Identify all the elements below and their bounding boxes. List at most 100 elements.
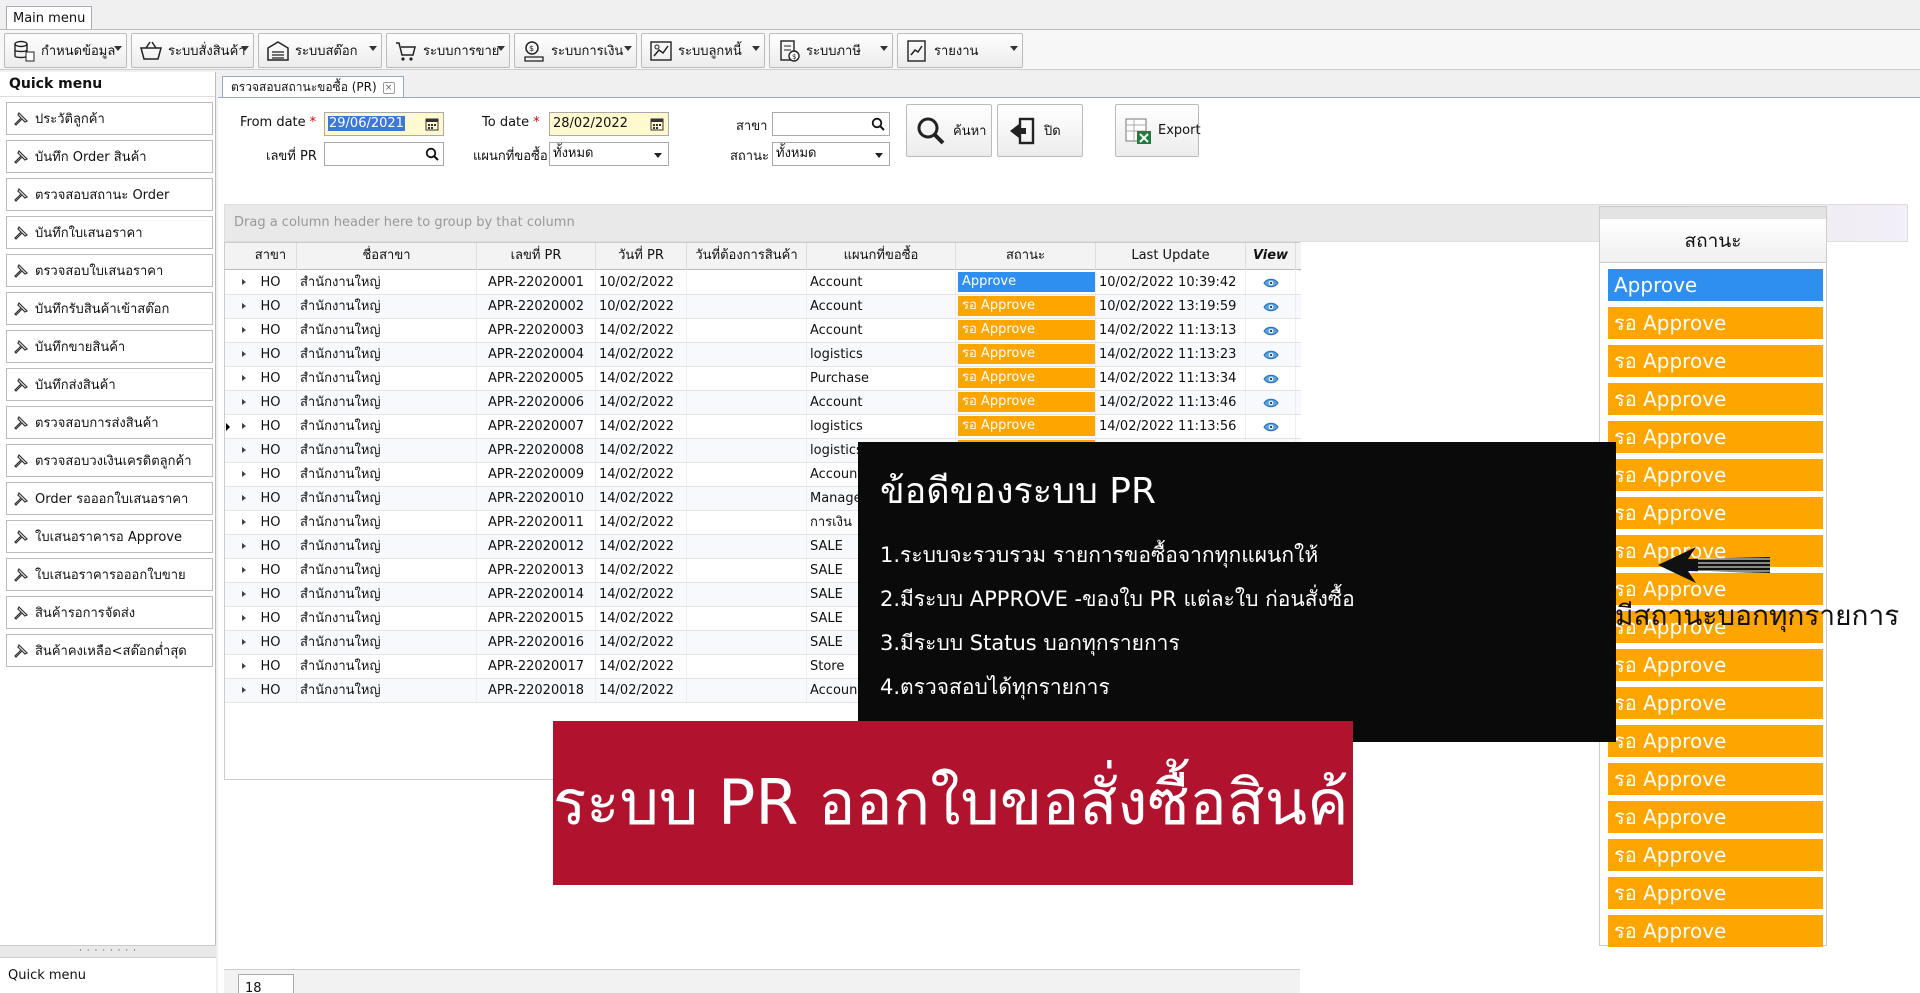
pr-no-input[interactable]	[324, 142, 444, 166]
column-header[interactable]: วันที่ PR	[596, 243, 687, 270]
quick-menu-footer[interactable]: Quick menu	[0, 957, 216, 993]
expand-row-icon[interactable]	[225, 271, 246, 294]
table-row[interactable]: HO สำนักงานใหญ่ APR-22020005 14/02/2022 Purc…	[225, 367, 1301, 391]
doc-tab-pr-status[interactable]: ตรวจสอบสถานะขอซื้อ (PR) ×	[222, 76, 404, 98]
eye-icon[interactable]	[1262, 301, 1279, 313]
quick-menu-item[interactable]: บันทึกส่งสินค้า	[6, 368, 213, 401]
menu-button-5[interactable]: $ ระบบการเงิน	[514, 33, 637, 68]
quick-menu-item[interactable]: ใบเสนอราคารอ Approve	[6, 520, 213, 553]
expand-row-icon[interactable]	[225, 535, 246, 558]
eye-icon[interactable]	[1262, 325, 1279, 337]
cell-branch-name: สำนักงานใหญ่	[297, 607, 477, 630]
from-date-input[interactable]: 29/06/2021	[324, 112, 444, 136]
expand-row-icon[interactable]	[225, 343, 246, 366]
menu-button-8[interactable]: รายงาน	[897, 33, 1023, 68]
quick-menu-item[interactable]: ตรวจสอบวงเงินเครดิตลูกค้า	[6, 444, 213, 477]
quick-menu-item[interactable]: ตรวจสอบการส่งสินค้า	[6, 406, 213, 439]
expand-row-icon[interactable]	[225, 655, 246, 678]
menu-button-2[interactable]: ระบบสั่งสินค้า	[131, 33, 254, 68]
expand-row-icon[interactable]	[225, 607, 246, 630]
cell-pr-date: 14/02/2022	[596, 655, 687, 678]
table-row[interactable]: HO สำนักงานใหญ่ APR-22020003 14/02/2022 Acco…	[225, 319, 1301, 343]
menu-button-1[interactable]: กำหนดข้อมูล	[4, 33, 127, 68]
menu-button-6[interactable]: ระบบลูกหนี้	[641, 33, 765, 68]
expand-row-icon[interactable]	[225, 511, 246, 534]
expand-row-icon[interactable]	[225, 463, 246, 486]
chevron-down-icon[interactable]	[880, 46, 888, 51]
quick-menu-item[interactable]: บันทึกรับสินค้าเข้าสต๊อก	[6, 292, 213, 325]
quick-menu-splitter[interactable]: · · · · · · · ·	[0, 945, 216, 957]
expand-row-icon[interactable]	[225, 415, 246, 438]
table-row[interactable]: HO สำนักงานใหญ่ APR-22020004 14/02/2022 logi…	[225, 343, 1301, 367]
cell-last-update: 14/02/2022 11:13:23	[1096, 343, 1246, 366]
search-icon[interactable]	[425, 147, 439, 161]
cell-branch-name: สำนักงานใหญ่	[297, 487, 477, 510]
cell-branch: HO	[245, 271, 297, 294]
table-row[interactable]: HO สำนักงานใหญ่ APR-22020002 10/02/2022 Acco…	[225, 295, 1301, 319]
quick-menu-item[interactable]: ประวัติลูกค้า	[6, 102, 213, 135]
eye-icon[interactable]	[1262, 277, 1279, 289]
column-header[interactable]: Last Update	[1096, 243, 1246, 270]
calendar-icon[interactable]	[650, 117, 664, 131]
expand-row-icon[interactable]	[225, 391, 246, 414]
column-header[interactable]: View	[1246, 243, 1296, 270]
chevron-down-icon[interactable]	[369, 46, 377, 51]
quick-menu-item[interactable]: สินค้าคงเหลือ<สต๊อกต่ำสุด	[6, 634, 213, 667]
quick-menu-item[interactable]: บันทึก Order สินค้า	[6, 140, 213, 173]
eye-icon[interactable]	[1262, 349, 1279, 361]
cell-dept: Account	[807, 271, 956, 294]
expand-row-icon[interactable]	[225, 439, 246, 462]
table-row[interactable]: HO สำนักงานใหญ่ APR-22020006 14/02/2022 Acco…	[225, 391, 1301, 415]
chevron-down-icon[interactable]	[497, 46, 505, 51]
column-header[interactable]: สถานะ	[956, 243, 1096, 270]
menu-button-7[interactable]: $ ระบบภาษี	[769, 33, 893, 68]
chevron-down-icon[interactable]	[114, 46, 122, 51]
search-icon[interactable]	[871, 117, 885, 131]
chevron-down-icon[interactable]	[624, 46, 632, 51]
chevron-down-icon[interactable]	[241, 46, 249, 51]
eye-icon[interactable]	[1262, 397, 1279, 409]
column-header[interactable]: สาขา	[245, 243, 297, 270]
export-button[interactable]: Export	[1115, 104, 1201, 157]
dept-select[interactable]: ทั้งหมด	[549, 142, 669, 166]
quick-menu-item[interactable]: Order รอออกใบเสนอราคา	[6, 482, 213, 515]
expand-row-icon[interactable]	[225, 679, 246, 702]
menu-button-3[interactable]: ระบบสต๊อก	[258, 33, 382, 68]
eye-icon[interactable]	[1262, 421, 1279, 433]
main-menu-tab[interactable]: Main menu	[6, 6, 93, 30]
quick-menu-label: บันทึกใบเสนอราคา	[35, 226, 143, 241]
expand-row-icon[interactable]	[225, 487, 246, 510]
column-header[interactable]: เลขที่ PR	[477, 243, 596, 270]
search-button[interactable]: ค้นหา	[906, 104, 992, 157]
table-row[interactable]: HO สำนักงานใหญ่ APR-22020007 14/02/2022 logi…	[225, 415, 1301, 439]
quick-menu-item[interactable]: บันทึกใบเสนอราคา	[6, 216, 213, 249]
pin-icon	[14, 643, 29, 658]
quick-menu-item[interactable]: ตรวจสอบสถานะ Order	[6, 178, 213, 211]
quick-menu-item[interactable]: สินค้ารอการจัดส่ง	[6, 596, 213, 629]
expand-row-icon[interactable]	[225, 583, 246, 606]
branch-input[interactable]	[772, 112, 890, 136]
expand-row-icon[interactable]	[225, 319, 246, 342]
cell-pr-date: 10/02/2022	[596, 271, 687, 294]
chevron-down-icon[interactable]	[1010, 46, 1018, 51]
quick-menu-item[interactable]: บันทึกขายสินค้า	[6, 330, 213, 363]
quick-menu-item[interactable]: ใบเสนอราคารอออกใบขาย	[6, 558, 213, 591]
close-tab-icon[interactable]: ×	[382, 81, 395, 94]
chevron-down-icon[interactable]	[752, 46, 760, 51]
expand-row-icon[interactable]	[225, 631, 246, 654]
expand-row-icon[interactable]	[225, 295, 246, 318]
column-header[interactable]: วันที่ต้องการสินค้า	[687, 243, 807, 270]
column-header[interactable]: แผนกที่ขอซื้อ	[807, 243, 956, 270]
menu-button-4[interactable]: ระบบการขาย	[386, 33, 510, 68]
calendar-icon[interactable]	[425, 117, 439, 131]
quick-menu-sidebar: Quick menu ประวัติลูกค้าบันทึก Order สิน…	[0, 72, 216, 993]
column-header[interactable]: ชื่อสาขา	[297, 243, 477, 270]
to-date-input[interactable]: 28/02/2022	[549, 112, 669, 136]
expand-row-icon[interactable]	[225, 367, 246, 390]
table-row[interactable]: HO สำนักงานใหญ่ APR-22020001 10/02/2022 Acco…	[225, 271, 1301, 295]
status-select[interactable]: ทั้งหมด	[772, 142, 890, 166]
quick-menu-item[interactable]: ตรวจสอบใบเสนอราคา	[6, 254, 213, 287]
close-button[interactable]: ปิด	[997, 104, 1083, 157]
expand-row-icon[interactable]	[225, 559, 246, 582]
eye-icon[interactable]	[1262, 373, 1279, 385]
